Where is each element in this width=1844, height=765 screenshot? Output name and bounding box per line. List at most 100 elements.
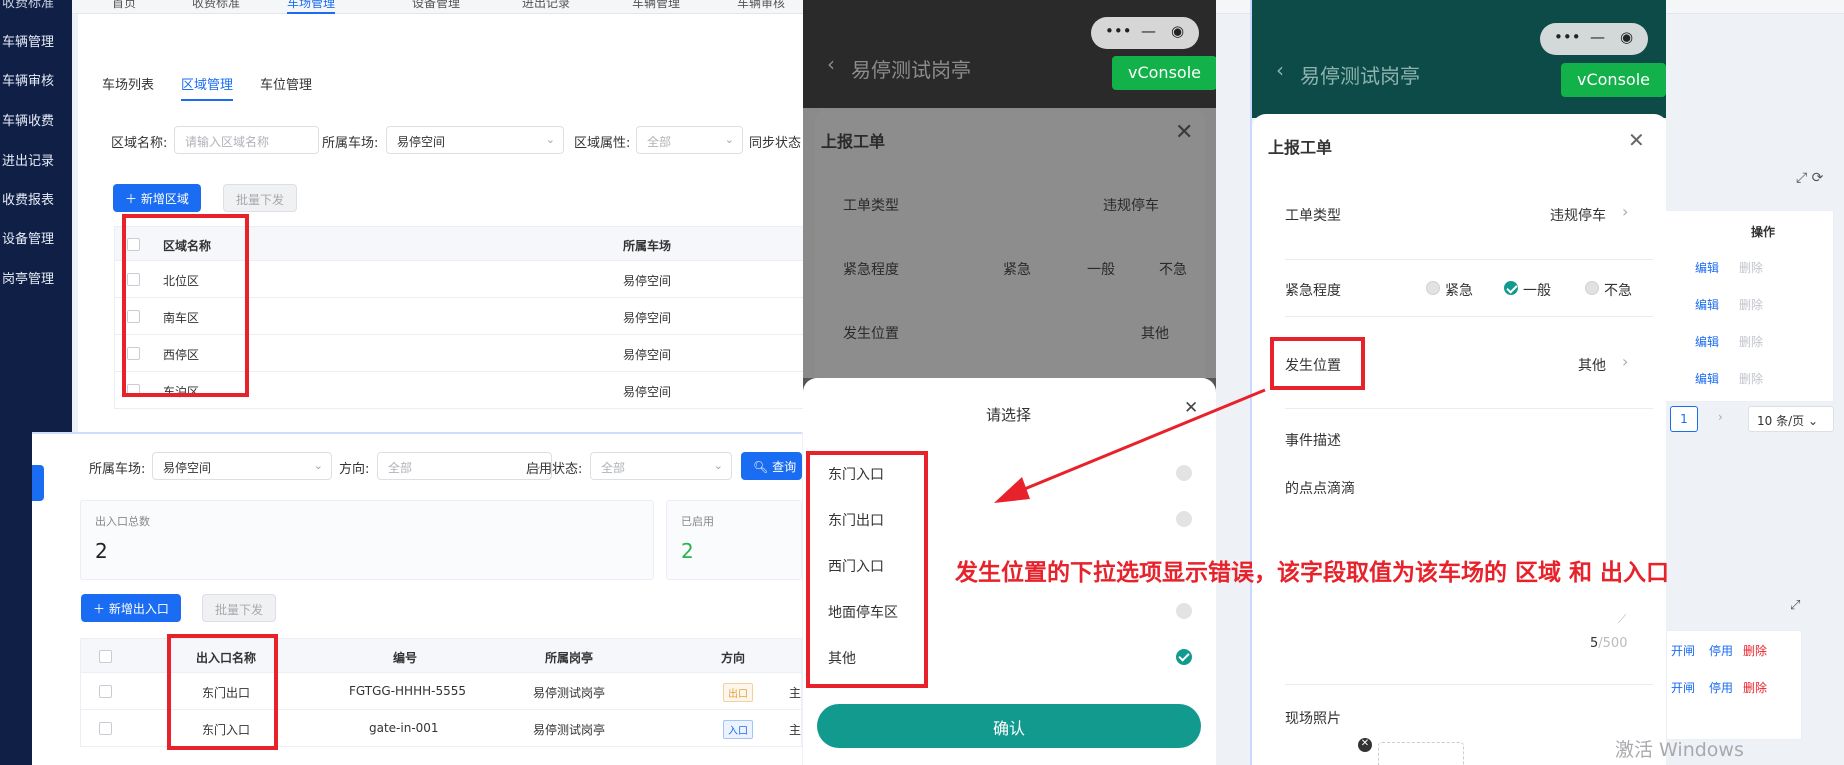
add-gate-button[interactable]: ＋ 新增出入口 [81,594,181,622]
top-tab[interactable]: 车辆管理 [632,0,680,11]
batch-issue-button[interactable]: 批量下发 [223,184,298,212]
close-icon[interactable]: ✕ [1175,120,1193,145]
divider [1285,316,1653,317]
edit-link[interactable]: 编辑 [1695,259,1719,276]
back-chevron-icon[interactable]: ‹ [1276,58,1284,82]
location-value[interactable]: 其他 [1578,355,1606,375]
gate-batch-issue-button[interactable]: 批量下发 [202,594,277,622]
desc-counter: 5/500 [1590,636,1627,651]
sidebar-item[interactable]: 岗亭管理 [2,268,54,287]
miniprogram-capsule[interactable]: ••• — ◉ [1091,17,1199,49]
collapse-handle[interactable] [32,465,44,501]
col-code: 编号 [393,651,418,665]
add-area-button[interactable]: ＋ 新增区域 [113,184,201,212]
enable-status-select[interactable]: 全部 ⌄ [590,452,732,480]
option-radio-checked[interactable] [1176,649,1192,665]
sidebar-item[interactable]: 车辆管理 [2,31,54,50]
disable-link[interactable]: 停用 [1709,679,1733,696]
delete-link[interactable]: 删除 [1739,259,1763,276]
open-gate-link[interactable]: 开闸 [1671,679,1695,696]
parking-label: 所属车场: [322,136,379,151]
confirm-button[interactable]: 确认 [817,704,1201,748]
highlight-area-names [122,214,249,397]
urgency-option[interactable]: 不急 [1159,259,1187,279]
stat-enabled-label: 已启用 [681,515,714,528]
col-booth: 所属岗亭 [545,651,594,665]
sidebar-item[interactable]: 进出记录 [2,150,54,169]
stat-enabled-value: 2 [681,539,694,563]
back-chevron-icon[interactable]: ‹ [827,52,835,76]
row-checkbox[interactable] [99,685,112,698]
delete-link[interactable]: 删除 [1739,370,1763,387]
vconsole-button[interactable]: vConsole [1112,56,1216,90]
sidebar-item[interactable]: 收费报表 [2,189,54,208]
next-page-icon[interactable]: › [1718,410,1723,424]
fullscreen-icon[interactable]: ⤢ [1790,598,1800,613]
parking-select-value: 易停空间 [397,135,446,149]
row-gate-code: gate-in-001 [369,721,439,735]
query-button[interactable]: 🔍︎ 查询 [741,452,802,480]
top-tab[interactable]: 首页 [112,0,136,11]
miniprogram-capsule[interactable]: ••• — ◉ [1540,23,1648,55]
edit-link[interactable]: 编辑 [1695,296,1719,313]
close-icon[interactable]: ✕ [1628,128,1645,152]
fullscreen-icon[interactable]: ⤢ ⟳ [1796,170,1823,186]
delete-link[interactable]: 删除 [1739,333,1763,350]
top-tab[interactable]: 收费标准 [192,0,240,11]
urgency-radio-checked[interactable] [1504,281,1518,295]
tab-parking-list[interactable]: 车场列表 [102,74,154,93]
sidebar-item[interactable]: 设备管理 [2,228,54,247]
tab-space-management[interactable]: 车位管理 [260,74,312,93]
divider [1285,684,1653,685]
stat-total-card: 出入口总数 2 [80,500,654,580]
disable-link[interactable]: 停用 [1709,642,1733,659]
top-tab[interactable]: 设备管理 [412,0,460,11]
vconsole-button[interactable]: vConsole [1561,63,1666,97]
resize-handle-icon[interactable]: ⟋ [1618,612,1626,627]
row-checkbox[interactable] [99,722,112,735]
page-size-value: 10 条/页 [1757,414,1805,428]
row-gate-code: FGTGG-HHHH-5555 [349,684,466,698]
page-size-select[interactable]: 10 条/页 ⌄ [1748,406,1834,432]
top-tab[interactable]: 车辆审核 [737,0,785,11]
more-icon: ••• [1554,28,1581,46]
delete-link[interactable]: 删除 [1743,642,1767,659]
top-tab[interactable]: 进出记录 [522,0,570,11]
option-radio[interactable] [1176,603,1192,619]
urgency-option[interactable]: 紧急 [1445,280,1473,300]
area-name-input[interactable]: 请输入区域名称 [174,126,319,154]
record-icon: ◉ [1620,28,1634,46]
top-tab-active[interactable]: 车场管理 [287,0,336,14]
tab-area-management[interactable]: 区域管理 [181,74,234,101]
photo-upload-box[interactable] [1378,742,1464,765]
enable-status-label: 启用状态: [526,462,583,477]
highlight-gate-names [167,634,278,750]
delete-link[interactable]: 删除 [1743,679,1767,696]
edit-link[interactable]: 编辑 [1695,333,1719,350]
page-current[interactable]: 1 [1670,406,1698,432]
parking-select[interactable]: 易停空间 ⌄ [386,126,564,154]
sidebar-item[interactable]: 车辆审核 [2,70,54,89]
open-gate-link[interactable]: 开闸 [1671,642,1695,659]
urgency-option[interactable]: 一般 [1523,280,1551,300]
sidebar-item[interactable]: 收费标准 [2,0,54,11]
urgency-option[interactable]: 紧急 [1003,259,1031,279]
stat-enabled-card: 已启用 2 [666,500,802,580]
type-value[interactable]: 违规停车 [1550,205,1606,225]
urgency-option[interactable]: 一般 [1087,259,1115,279]
desc-textarea[interactable]: 的点点滴滴 [1285,478,1355,498]
search-icon: 🔍︎ [753,460,773,474]
gate-parking-select[interactable]: 易停空间 ⌄ [152,452,332,480]
delete-link[interactable]: 删除 [1739,296,1763,313]
option-radio[interactable] [1176,511,1192,527]
select-all-checkbox[interactable] [99,650,112,663]
remove-photo-icon[interactable]: ✕ [1358,738,1372,752]
sidebar-item[interactable]: 车辆收费 [2,110,54,129]
urgency-option[interactable]: 不急 [1604,280,1632,300]
urgency-radio[interactable] [1585,281,1599,295]
urgency-radio[interactable] [1426,281,1440,295]
area-attr-select[interactable]: 全部 ⌄ [636,126,743,154]
edit-link[interactable]: 编辑 [1695,370,1719,387]
sheet-title: 上报工单 [1268,138,1333,157]
row-partial-cell: 主 [789,686,802,700]
